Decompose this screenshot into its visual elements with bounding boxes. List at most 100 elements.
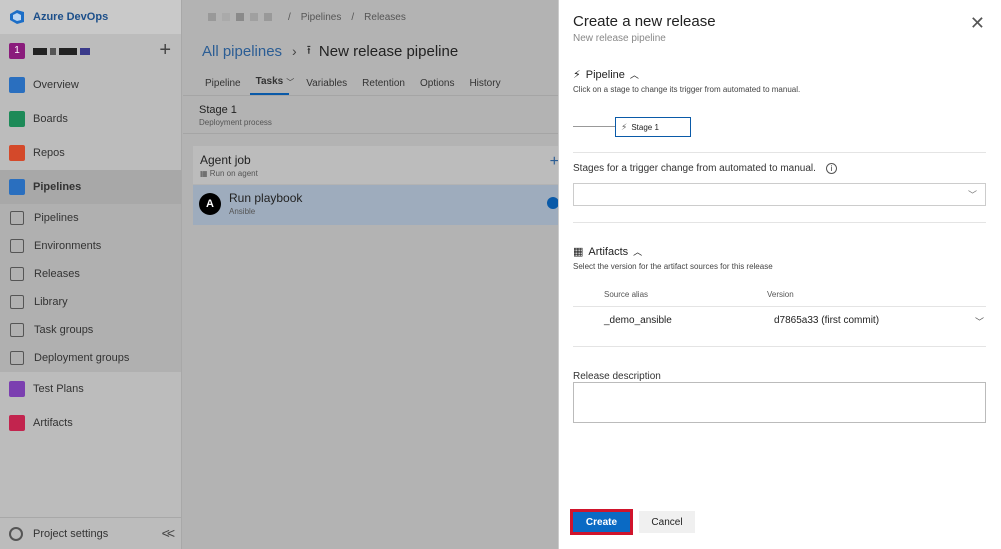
sidebar-item-label: Repos [33, 147, 65, 159]
create-release-panel: Create a new release New release pipelin… [558, 0, 1001, 549]
chevron-up-icon: ︿ [633, 247, 643, 257]
all-pipelines-link[interactable]: All pipelines [202, 43, 282, 60]
release-description-label: Release description [573, 371, 661, 382]
sidebar-item-overview[interactable]: Overview [0, 68, 181, 102]
agent-job[interactable]: Agent job ▦ Run on agent + [193, 146, 563, 184]
stage-node-label: Stage 1 [631, 122, 659, 132]
release-pipeline-icon: ⭱ [306, 42, 311, 57]
divider [573, 222, 986, 223]
sidebar-item-label: Library [34, 296, 68, 308]
ansible-icon: A [199, 193, 221, 215]
sidebar-item-label: Boards [33, 113, 68, 125]
redacted-block [236, 13, 244, 21]
brand-name: Azure DevOps [33, 11, 109, 23]
divider [573, 152, 986, 153]
task-run-playbook[interactable]: A Run playbook Ansible [193, 185, 563, 225]
redacted-block [50, 47, 56, 55]
sidebar-item-boards[interactable]: Boards [0, 102, 181, 136]
col-source-alias: Source alias [604, 290, 649, 299]
task-subtitle: Ansible [229, 207, 256, 216]
tab-options[interactable]: Options [414, 78, 460, 95]
left-navigation: Azure DevOps 1 + Overview Boards Repos Pipe… [0, 0, 182, 549]
brand-bar[interactable]: Azure DevOps [0, 0, 181, 34]
close-icon[interactable]: ✕ [970, 13, 985, 34]
trigger-icon: ⚡ [621, 121, 628, 132]
sidebar-item-label: Artifacts [33, 417, 73, 429]
chevron-down-icon[interactable]: ﹀ [975, 315, 984, 328]
sidebar-item-label: Pipelines [33, 181, 82, 193]
chevron-down-icon[interactable]: ﹀ [286, 77, 294, 95]
sidebar-item-repos[interactable]: Repos [0, 136, 181, 170]
pipeline-icon: ⚡ [573, 69, 581, 81]
breadcrumb-releases[interactable]: Releases [364, 12, 406, 23]
add-icon[interactable]: + [159, 40, 171, 60]
artifacts-icon [9, 415, 25, 431]
info-icon[interactable]: i [825, 163, 837, 174]
collapse-nav-icon[interactable]: << [162, 525, 175, 541]
sidebar-item-label: Environments [34, 240, 102, 252]
artifacts-section-header[interactable]: ▦ Artifacts ︿ [573, 245, 643, 259]
divider [573, 346, 986, 347]
overview-icon [9, 77, 25, 93]
tab-retention[interactable]: Retention [356, 78, 411, 95]
sidebar-item-label: Releases [34, 268, 80, 280]
environments-icon [10, 239, 24, 253]
sidebar-item-artifacts[interactable]: Artifacts [0, 406, 181, 440]
main-content: / Pipelines / Releases All pipelines › ⭱… [183, 0, 563, 549]
sidebar-item-pipelines[interactable]: Pipelines [0, 204, 181, 232]
project-settings[interactable]: Project settings << [0, 517, 182, 549]
sidebar-item-deployment-groups[interactable]: Deployment groups [0, 344, 181, 372]
artifact-version-dropdown[interactable]: d7865a33 (first commit) [774, 315, 879, 326]
tab-variables[interactable]: Variables [300, 78, 353, 95]
redacted-block [250, 13, 258, 21]
trigger-stages-dropdown[interactable]: ﹀ [573, 183, 986, 206]
sidebar-item-pipelines[interactable]: Pipelines [0, 170, 181, 204]
pipeline-name[interactable]: New release pipeline [319, 43, 458, 60]
stage-header[interactable]: Stage 1 Deployment process [183, 96, 558, 134]
releases-icon [10, 267, 24, 281]
col-version: Version [767, 290, 794, 299]
agent-job-subtitle: ▦ Run on agent [200, 169, 258, 178]
tab-pipeline[interactable]: Pipeline [199, 78, 247, 95]
task-title: Run playbook [229, 191, 303, 205]
tab-history[interactable]: History [463, 78, 506, 95]
pipeline-section-title: Pipeline [585, 68, 625, 81]
sidebar-item-test-plans[interactable]: Test Plans [0, 372, 181, 406]
project-selector[interactable]: 1 + [0, 34, 181, 68]
sidebar-item-releases[interactable]: Releases [0, 260, 181, 288]
stage-connector [573, 126, 615, 127]
trigger-field-label: Stages for a trigger change from automat… [573, 163, 837, 174]
repos-icon [9, 145, 25, 161]
create-button[interactable]: Create [570, 509, 633, 535]
agent-job-title: Agent job [200, 153, 251, 167]
sidebar-item-task-groups[interactable]: Task groups [0, 316, 181, 344]
breadcrumb-pipelines[interactable]: Pipelines [301, 12, 342, 23]
trigger-label-text: Stages for a trigger change from automat… [573, 163, 816, 174]
sidebar-item-library[interactable]: Library [0, 288, 181, 316]
pipeline-section-header[interactable]: ⚡ Pipeline ︿ [573, 68, 639, 82]
redacted-block [264, 13, 272, 21]
artifacts-icon: ▦ [573, 246, 584, 258]
tab-bar: Pipeline Tasks ﹀ Variables Retention Options H… [183, 68, 558, 96]
deployment-groups-icon [10, 351, 24, 365]
sidebar-item-environments[interactable]: Environments [0, 232, 181, 260]
artifact-row: _demo_ansible d7865a33 (first commit) ﹀ [604, 315, 984, 328]
task-groups-icon [10, 323, 24, 337]
breadcrumb-separator: / [288, 11, 291, 23]
chevron-down-icon: ﹀ [967, 190, 977, 200]
cancel-button[interactable]: Cancel [639, 511, 695, 533]
tab-tasks[interactable]: Tasks [249, 76, 290, 95]
pipelines-icon [9, 179, 25, 195]
redacted-block [59, 47, 77, 55]
redacted-block [222, 13, 230, 21]
stage-subtitle: Deployment process [199, 118, 272, 127]
release-description-input[interactable] [573, 382, 986, 423]
redacted-block [208, 13, 216, 21]
test-plans-icon [9, 381, 25, 397]
divider [573, 306, 986, 307]
sidebar-item-label: Task groups [34, 324, 94, 336]
artifacts-table-header: Source alias Version [604, 290, 994, 299]
redacted-block [33, 47, 47, 55]
chevron-right-icon: › [292, 43, 297, 59]
stage-node[interactable]: ⚡ Stage 1 [615, 117, 691, 137]
